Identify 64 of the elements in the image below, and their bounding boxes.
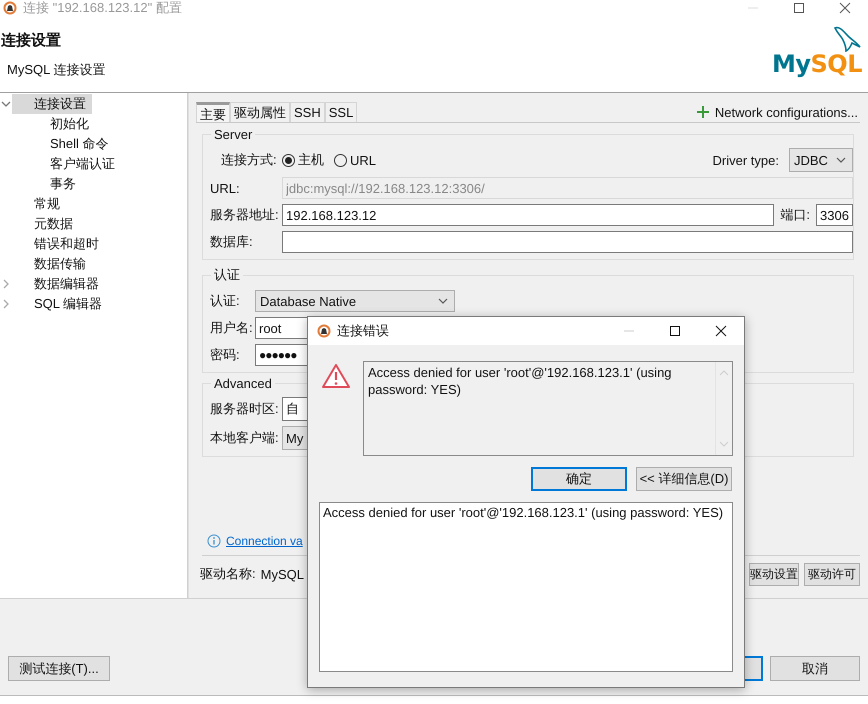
field-label: 服务器时区: bbox=[210, 400, 276, 418]
info-icon bbox=[207, 534, 221, 548]
maximize-icon[interactable] bbox=[669, 325, 681, 337]
tree-item[interactable]: 事务 bbox=[28, 174, 82, 194]
close-icon[interactable] bbox=[715, 325, 727, 337]
page-subtitle: MySQL 连接设置 bbox=[7, 61, 106, 79]
maximize-icon[interactable] bbox=[793, 2, 805, 14]
app-icon bbox=[317, 324, 331, 338]
field-label: 认证: bbox=[210, 292, 241, 310]
logo: MySQL bbox=[772, 26, 862, 78]
radio-button[interactable]: URL bbox=[334, 152, 376, 168]
network-configurations-button[interactable]: Network configurations... bbox=[694, 102, 860, 122]
driver-button[interactable]: 驱动许可 bbox=[804, 562, 860, 586]
field-label: 连接方式: bbox=[221, 151, 276, 169]
field-label: 端口: bbox=[780, 206, 810, 224]
field-label: URL: bbox=[210, 180, 241, 196]
radio-button[interactable]: 主机 bbox=[282, 151, 324, 169]
details-button[interactable]: << 详细信息(D) bbox=[636, 467, 732, 491]
input-field[interactable] bbox=[282, 231, 853, 253]
chevron-down-icon[interactable] bbox=[1, 99, 11, 109]
error-message: Access denied for user 'root'@'192.168.123.1' (using password: YES) bbox=[367, 364, 673, 399]
input-field[interactable]: 3306 bbox=[816, 204, 853, 226]
dialog-title: 连接错误 bbox=[337, 322, 390, 340]
field-label: 数据库: bbox=[210, 233, 254, 251]
field-label: 密码: bbox=[210, 346, 241, 364]
chevron-right-icon[interactable] bbox=[1, 279, 11, 289]
plus-icon bbox=[696, 106, 709, 118]
tree-item[interactable]: 连接设置 bbox=[12, 94, 92, 114]
group-title: Advanced bbox=[213, 376, 273, 391]
group-title: Server bbox=[213, 127, 254, 142]
input-field[interactable]: 192.168.123.12 bbox=[282, 204, 774, 226]
tree-item[interactable]: SQL 编辑器 bbox=[12, 294, 108, 314]
close-icon[interactable] bbox=[839, 2, 851, 14]
tree-item[interactable]: 常规 bbox=[12, 194, 66, 214]
field-label: 服务器地址: bbox=[210, 206, 276, 224]
tab[interactable]: 主要 bbox=[196, 102, 230, 122]
tab[interactable]: 驱动属性 bbox=[230, 102, 290, 122]
dropdown[interactable]: JDBC bbox=[789, 148, 853, 172]
group-title: 认证 bbox=[213, 266, 241, 284]
tab[interactable]: SSL bbox=[324, 102, 358, 122]
field-label: Driver type: bbox=[712, 152, 779, 168]
tree-item[interactable]: 错误和超时 bbox=[12, 234, 105, 254]
tree-item[interactable]: 元数据 bbox=[12, 214, 79, 234]
tree-item[interactable]: 初始化 bbox=[28, 114, 95, 134]
tree-item[interactable]: 数据传输 bbox=[12, 254, 92, 274]
driver-name: MySQL bbox=[260, 566, 304, 582]
driver-button[interactable]: 驱动设置 bbox=[749, 562, 799, 586]
text-area: Access denied for user 'root'@'192.168.123.1' (using password: YES) bbox=[319, 502, 733, 672]
link[interactable]: Connection va bbox=[226, 534, 303, 548]
chevron-right-icon[interactable] bbox=[1, 299, 11, 309]
cancel-button[interactable]: 取消 bbox=[770, 656, 860, 681]
field-label: 本地客户端: bbox=[210, 429, 276, 447]
tab[interactable]: SSH bbox=[290, 102, 325, 122]
warning-icon bbox=[322, 363, 350, 389]
ok-button[interactable]: 确定 bbox=[531, 467, 627, 491]
page-title: 连接设置 bbox=[1, 31, 61, 50]
test-connection-button[interactable]: 测试连接(T)... bbox=[8, 656, 110, 681]
dropdown[interactable]: Database Native bbox=[255, 290, 455, 312]
tree-item[interactable]: Shell 命令 bbox=[28, 134, 115, 154]
tree-item[interactable]: 客户端认证 bbox=[28, 154, 121, 174]
field-label: 用户名: bbox=[210, 319, 249, 337]
window-title: 连接 "192.168.123.12" 配置 bbox=[23, 0, 183, 17]
field-label: 驱动名称: bbox=[200, 565, 256, 583]
tree-item[interactable]: 数据编辑器 bbox=[12, 274, 105, 294]
